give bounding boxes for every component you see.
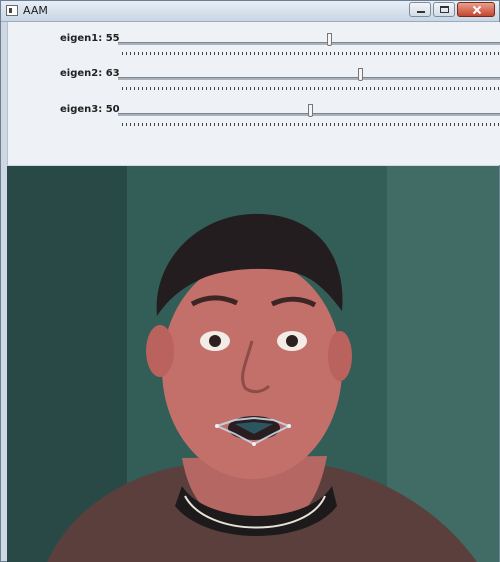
app-window: AAM eigen1: 55 eigen2: 63 eigen3: 50: [0, 0, 500, 562]
trackbar-label: eigen1: 55: [60, 33, 120, 44]
slider-thumb[interactable]: [327, 33, 333, 46]
trackbar-label: eigen3: 50: [60, 104, 120, 115]
slider-thumb[interactable]: [308, 104, 313, 117]
slider-thumb[interactable]: [357, 68, 363, 81]
face-image: [7, 166, 499, 562]
maximize-icon[interactable]: [433, 2, 455, 17]
trackbar-panel: eigen1: 55 eigen2: 63 eigen3: 50: [7, 22, 500, 165]
minimize-icon[interactable]: [409, 2, 431, 17]
trackbar-eigen3: eigen3: 50: [8, 97, 500, 127]
window-controls: [409, 2, 495, 18]
camera-image: [7, 166, 499, 562]
app-icon: [6, 5, 18, 16]
tick-marks: [122, 52, 500, 55]
tick-marks: [122, 123, 500, 126]
trackbar-eigen1: eigen1: 55: [8, 26, 500, 56]
window-title: AAM: [23, 4, 48, 17]
trackbar-eigen2: eigen2: 63: [8, 61, 500, 91]
title-bar[interactable]: AAM: [1, 1, 499, 22]
slider-track[interactable]: [118, 77, 500, 80]
slider-track[interactable]: [118, 42, 500, 45]
close-icon[interactable]: [457, 2, 495, 17]
tick-marks: [122, 87, 500, 90]
trackbar-label: eigen2: 63: [60, 68, 120, 79]
